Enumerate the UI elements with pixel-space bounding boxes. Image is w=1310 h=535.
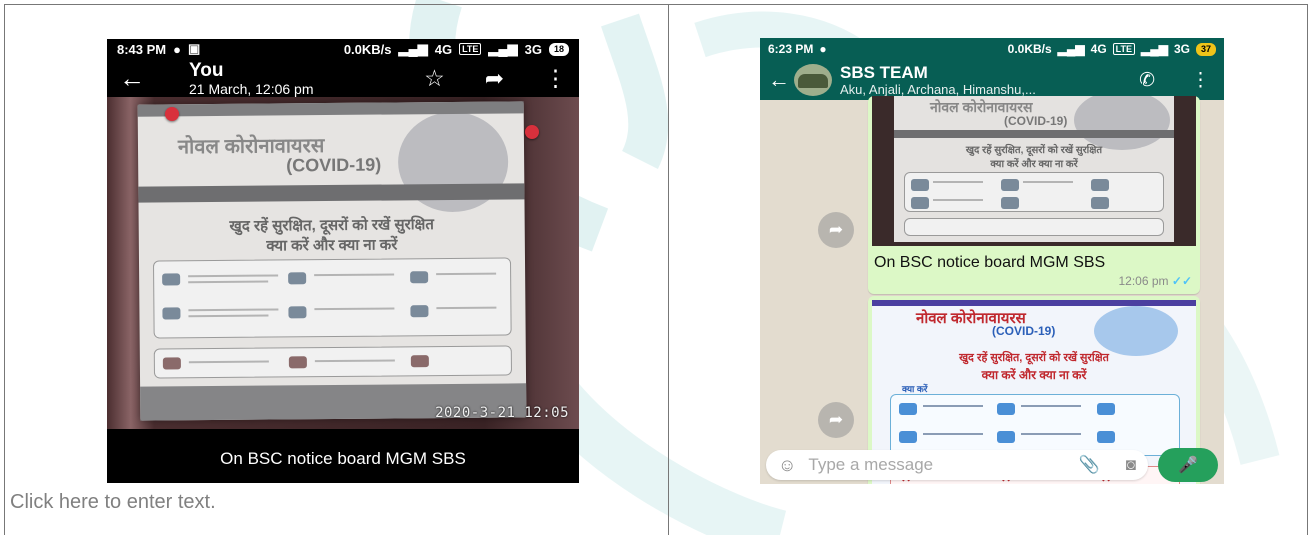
forward-icon[interactable]: ➦	[818, 402, 854, 438]
signal-icon: ▂▄▆	[1057, 42, 1085, 56]
poster-covid: (COVID-19)	[1004, 114, 1068, 128]
poster-dos-box	[152, 257, 512, 339]
message-image[interactable]: नोवल कोरोनावायरस (COVID-19) खुद रहें सुर…	[872, 96, 1196, 246]
poster-cartoon	[1094, 306, 1178, 356]
signal-icon: ▂▄▆	[398, 41, 428, 56]
mic-icon[interactable]: 🎤	[1158, 448, 1218, 482]
message-caption: On BSC notice board MGM SBS	[874, 254, 1106, 271]
carrier-3g: 3G	[524, 41, 542, 57]
group-name: SBS TEAM	[840, 62, 928, 82]
chat-title-block[interactable]: SBS TEAM Aku, Anjali, Archana, Himanshu,…	[840, 62, 1139, 97]
poster-line1: खुद रहें सुरक्षित, दूसरों को रखें सुरक्ष…	[965, 145, 1103, 156]
covid-poster: नोवल कोरोनावायरस (COVID-19) खुद रहें सुर…	[894, 96, 1174, 242]
emoji-icon[interactable]: ☺	[778, 455, 796, 476]
message-time: 12:06 pm ✓✓	[1118, 274, 1193, 288]
carrier-4g: 4G	[434, 41, 453, 57]
whatsapp-notification-icon: ●	[819, 42, 827, 56]
message-bubble[interactable]: नोवल कोरोनावायरस (COVID-19) खुद रहें सुर…	[868, 96, 1200, 294]
chat-area[interactable]: नोवल कोरोनावायरस (COVID-19) खुद रहें सुर…	[760, 96, 1224, 484]
call-add-icon[interactable]: ✆	[1139, 69, 1155, 92]
sent-date: 21 March, 12:06 pm	[189, 80, 314, 97]
covid-poster: नोवल कोरोनावायरस (COVID-19) खुद रहें सुर…	[137, 101, 527, 421]
poster-donts-box	[153, 345, 513, 379]
back-arrow-icon[interactable]: ←	[119, 65, 189, 91]
content-control-placeholder[interactable]: Click here to enter text.	[10, 491, 216, 514]
attach-icon[interactable]: 📎	[1079, 455, 1100, 475]
push-pin	[165, 107, 179, 121]
poster-covid: (COVID-19)	[992, 324, 1056, 338]
carrier-3g: 3G	[1173, 42, 1190, 56]
sender-name: You	[189, 59, 224, 81]
group-avatar[interactable]	[794, 64, 832, 96]
chat-header: ← SBS TEAM Aku, Anjali, Archana, Himansh…	[760, 60, 1224, 100]
table-cell-divider	[668, 4, 669, 535]
more-icon[interactable]: ⋮	[1191, 69, 1210, 92]
status-bar: 8:43 PM ● ▣ 0.0KB/s ▂▄▆ 4G LTE ▂▄▆ 3G 18	[107, 39, 579, 59]
forward-icon[interactable]: ➦	[818, 212, 854, 248]
camera-icon[interactable]: ◙	[1126, 455, 1136, 475]
group-members: Aku, Anjali, Archana, Himanshu,...	[840, 81, 1036, 97]
whatsapp-chat-screenshot: 6:23 PM ● 0.0KB/s ▂▄▆ 4G LTE ▂▄▆ 3G 37 ←…	[760, 38, 1224, 484]
gallery-viewer-screenshot: 8:43 PM ● ▣ 0.0KB/s ▂▄▆ 4G LTE ▂▄▆ 3G 18…	[107, 39, 579, 483]
viewer-header: ← You 21 March, 12:06 pm ☆ ➦ ⋮	[107, 59, 579, 97]
push-pin	[525, 125, 539, 139]
whatsapp-notification-icon: ●	[173, 41, 181, 57]
battery-icon: 37	[1195, 42, 1216, 56]
star-icon[interactable]: ☆	[424, 65, 445, 92]
status-time: 6:23 PM	[768, 42, 814, 56]
status-bar: 6:23 PM ● 0.0KB/s ▂▄▆ 4G LTE ▂▄▆ 3G 37	[760, 38, 1224, 60]
back-arrow-icon[interactable]: ←	[768, 67, 790, 93]
share-icon[interactable]: ➦	[485, 65, 504, 92]
more-icon[interactable]: ⋮	[544, 65, 567, 92]
signal-icon-2: ▂▄▆	[488, 41, 518, 56]
poster-line2: क्या करें और क्या ना करें	[981, 368, 1087, 382]
photo-timestamp: 2020-3-21 12:05	[435, 405, 569, 421]
notice-board-photo: नोवल कोरोनावायरस (COVID-19) खुद रहें सुर…	[107, 97, 579, 429]
carrier-4g: 4G	[1090, 42, 1107, 56]
signal-icon-2: ▂▄▆	[1141, 42, 1168, 56]
photo-caption: On BSC notice board MGM SBS	[220, 449, 466, 468]
volte-badge: LTE	[1112, 43, 1135, 55]
network-speed: 0.0KB/s	[1007, 42, 1052, 56]
read-ticks-icon: ✓✓	[1171, 274, 1192, 288]
poster-covid: (COVID-19)	[286, 154, 382, 176]
network-speed: 0.0KB/s	[343, 41, 392, 57]
volte-badge: LTE	[459, 43, 482, 55]
download-notification-icon: ▣	[188, 41, 201, 56]
poster-line2: क्या करें और क्या ना करें	[990, 159, 1078, 170]
status-time: 8:43 PM	[117, 41, 167, 57]
poster-line2: क्या करें और क्या ना करें	[266, 236, 398, 255]
poster-line1: खुद रहें सुरक्षित, दूसरों को रखें सुरक्ष…	[959, 352, 1109, 364]
message-composer[interactable]: ☺ 📎 ◙	[766, 450, 1148, 480]
battery-icon: 18	[548, 42, 569, 56]
message-input[interactable]	[808, 455, 1069, 475]
